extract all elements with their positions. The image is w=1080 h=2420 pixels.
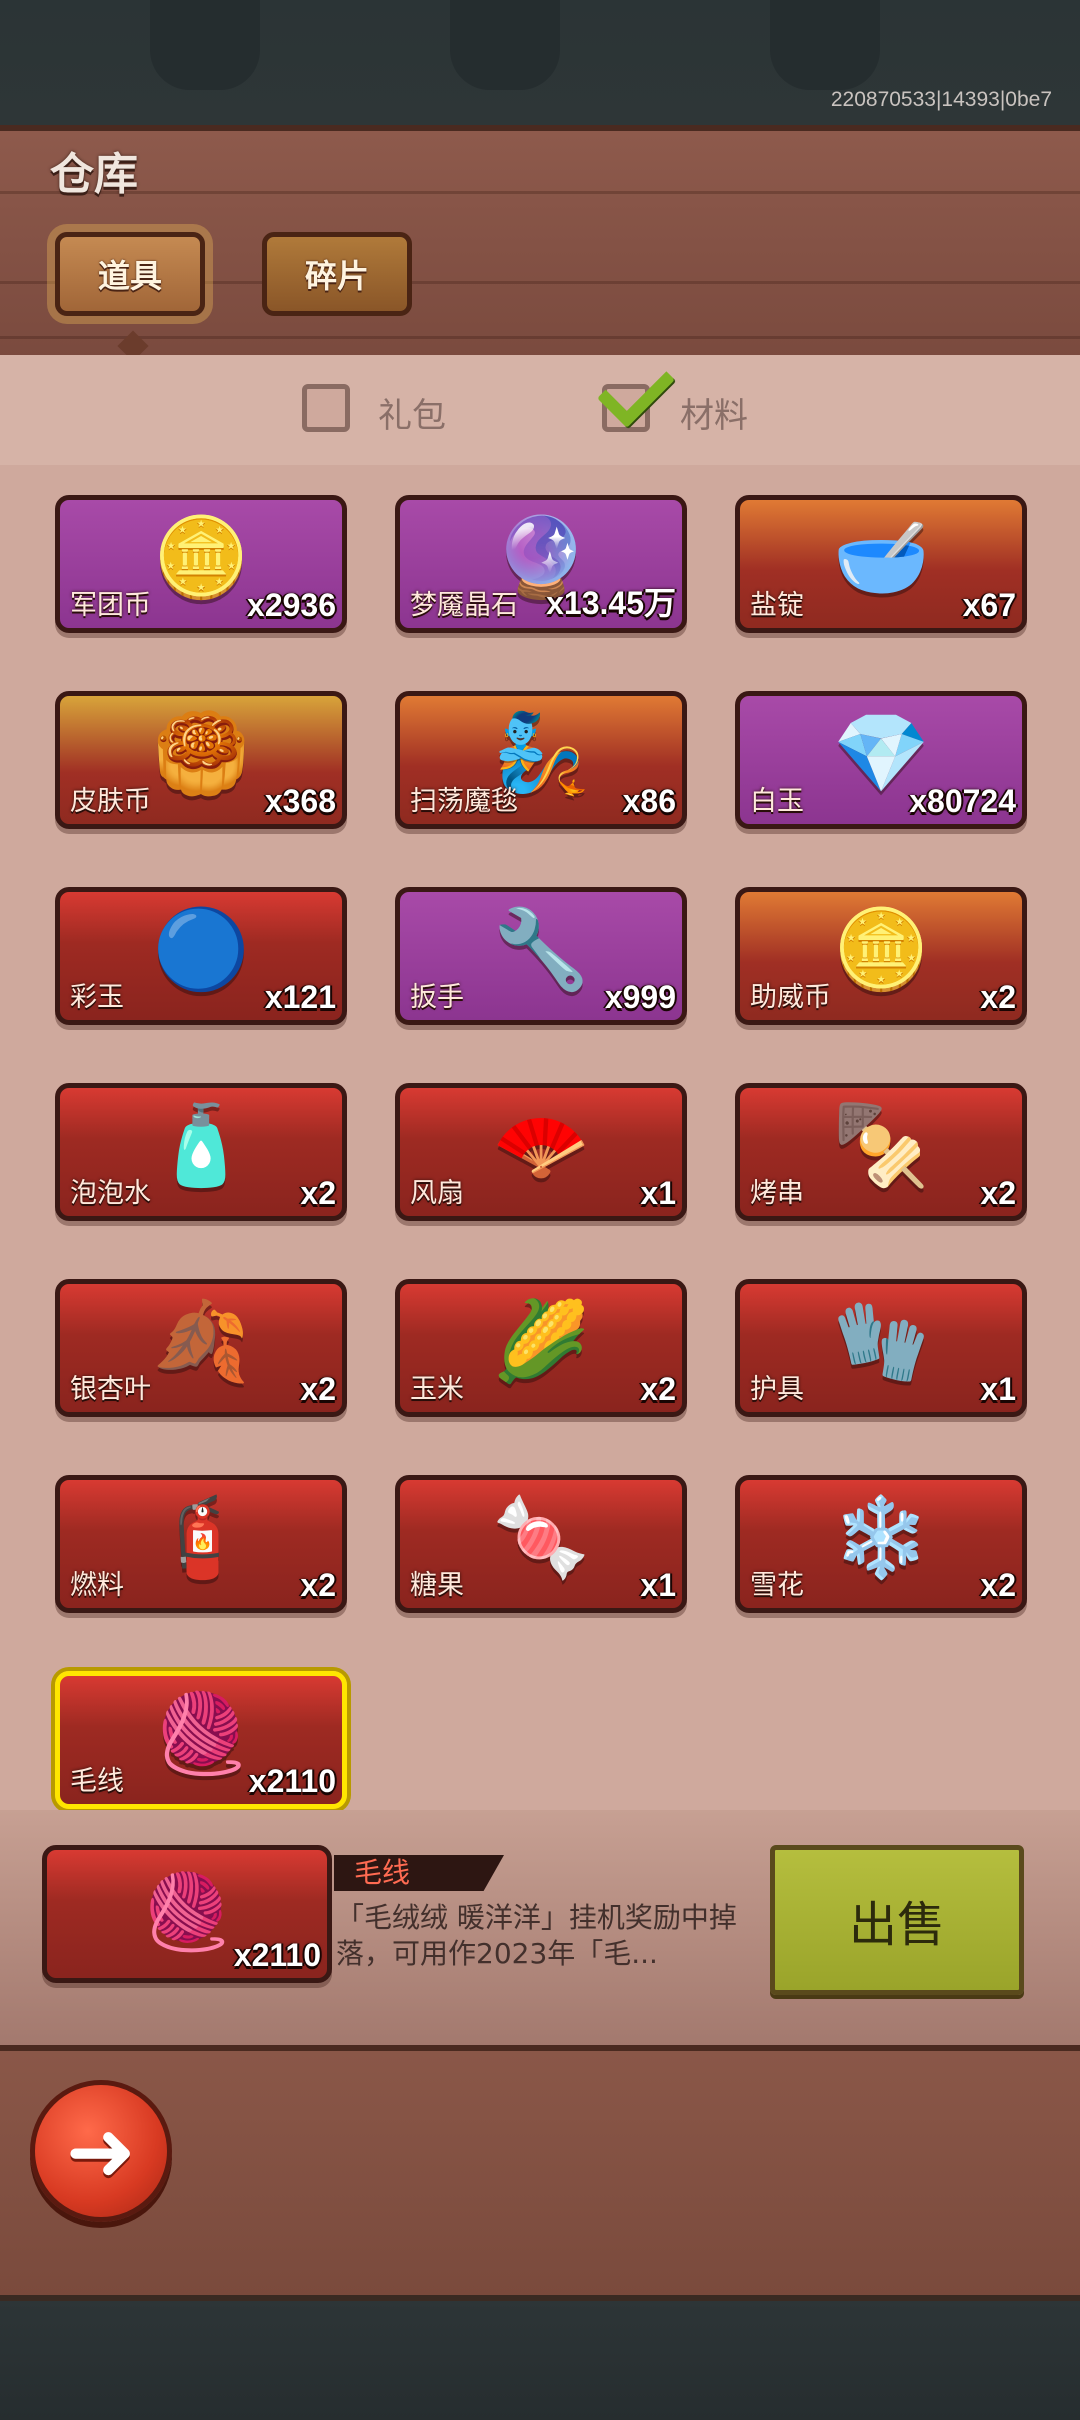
wrench-icon: 🔧	[492, 905, 590, 995]
item-name: 助威币	[750, 982, 831, 1013]
inventory-item-card[interactable]: 🍢 烤串 x2	[735, 1083, 1027, 1221]
item-count: x368	[264, 783, 336, 819]
item-name: 烤串	[750, 1178, 804, 1209]
tab-fragments[interactable]: 碎片	[262, 232, 412, 316]
build-info: 220870533|14393|0be7	[830, 88, 1052, 111]
item-count: x1	[640, 1175, 676, 1211]
tab-props[interactable]: 道具	[55, 232, 205, 316]
skin-coin-icon: 🥮	[152, 709, 250, 799]
item-name: 糖果	[410, 1570, 464, 1601]
inventory-item-card[interactable]: 🔵 彩玉 x121	[55, 887, 347, 1025]
item-count: x2	[300, 1175, 336, 1211]
bubble-water-icon: 🧴	[152, 1101, 250, 1191]
item-name: 毛线	[70, 1766, 124, 1797]
inventory-item-card[interactable]: 🧶 毛线 x2110	[55, 1671, 347, 1809]
inventory-item-card[interactable]: 🍬 糖果 x1	[395, 1475, 687, 1613]
item-count: x2110	[248, 1763, 336, 1799]
inventory-item-card[interactable]: 🧴 泡泡水 x2	[55, 1083, 347, 1221]
legion-coin-icon: 🪙	[152, 513, 250, 603]
item-count: x2	[980, 1567, 1016, 1603]
inventory-item-card[interactable]: 🍂 银杏叶 x2	[55, 1279, 347, 1417]
ginkgo-leaf-icon: 🍂	[152, 1297, 250, 1387]
item-count: x2	[640, 1371, 676, 1407]
item-name: 彩玉	[70, 982, 124, 1013]
decor-tab-shape	[150, 0, 260, 90]
item-name: 雪花	[750, 1570, 804, 1601]
detail-item-card: 🧶 x2110	[42, 1845, 332, 1983]
item-name: 盐锭	[750, 590, 804, 621]
detail-item-description: 「毛绒绒 暖洋洋」挂机奖励中掉落，可用作2023年「毛...	[336, 1901, 737, 1970]
fan-icon: 🪭	[492, 1101, 590, 1191]
yarn-icon: 🧶	[140, 1869, 234, 1955]
sell-button[interactable]: 出售	[770, 1845, 1024, 1995]
inventory-item-card[interactable]: 🧯 燃料 x2	[55, 1475, 347, 1613]
inventory-item-card[interactable]: 🧤 护具 x1	[735, 1279, 1027, 1417]
item-name: 扫荡魔毯	[410, 786, 518, 817]
candy-icon: 🍬	[492, 1493, 590, 1583]
item-count: x67	[962, 587, 1016, 623]
item-count: x1	[640, 1567, 676, 1603]
item-name: 泡泡水	[70, 1178, 151, 1209]
skewer-icon: 🍢	[832, 1101, 930, 1191]
item-name: 银杏叶	[70, 1374, 151, 1405]
item-name: 玉米	[410, 1374, 464, 1405]
item-name: 燃料	[70, 1570, 124, 1601]
filter-material-label[interactable]: 材料	[680, 388, 748, 437]
inventory-item-card[interactable]: 🪙 军团币 x2936	[55, 495, 347, 633]
item-count: x2	[980, 979, 1016, 1015]
page-title: 仓库	[50, 149, 138, 200]
snowflake-icon: ❄️	[832, 1493, 930, 1583]
inventory-item-card[interactable]: 🥣 盐锭 x67	[735, 495, 1027, 633]
cheer-coin-icon: 🪙	[832, 905, 930, 995]
color-jade-icon: 🔵	[152, 905, 250, 995]
inventory-item-card[interactable]: 🌽 玉米 x2	[395, 1279, 687, 1417]
decor-tab-shape	[450, 0, 560, 90]
item-count: x999	[604, 979, 676, 1015]
armor-icon: 🧤	[832, 1297, 930, 1387]
inventory-item-card[interactable]: 🔧 扳手 x999	[395, 887, 687, 1025]
inventory-item-card[interactable]: 💎 白玉 x80724	[735, 691, 1027, 829]
item-count: x86	[622, 783, 676, 819]
corn-icon: 🌽	[492, 1297, 590, 1387]
inventory-item-card[interactable]: 🧞 扫荡魔毯 x86	[395, 691, 687, 829]
item-count: x121	[264, 979, 336, 1015]
salt-ingot-icon: 🥣	[832, 513, 930, 603]
item-name: 皮肤币	[70, 786, 151, 817]
item-name: 护具	[750, 1374, 804, 1405]
footer-dark-strip	[0, 2295, 1080, 2420]
item-name: 军团币	[70, 590, 151, 621]
item-count: x2	[300, 1371, 336, 1407]
filter-gift-label[interactable]: 礼包	[378, 388, 446, 437]
item-count: x2936	[247, 587, 336, 623]
item-name: 白玉	[750, 786, 804, 817]
item-count: x1	[980, 1371, 1016, 1407]
inventory-item-card[interactable]: 🪭 风扇 x1	[395, 1083, 687, 1221]
yarn-icon: 🧶	[152, 1689, 250, 1779]
item-count: x13.45万	[546, 585, 676, 621]
decor-tab-shape	[770, 0, 880, 90]
item-name: 梦魇晶石	[410, 590, 518, 621]
item-count: x2	[300, 1567, 336, 1603]
detail-item-count: x2110	[233, 1937, 321, 1973]
inventory-item-card[interactable]: 🥮 皮肤币 x368	[55, 691, 347, 829]
filter-bar	[0, 355, 1080, 465]
back-arrow-icon: ➜	[65, 2102, 137, 2200]
inventory-item-card[interactable]: 🔮 梦魇晶石 x13.45万	[395, 495, 687, 633]
item-count: x80724	[909, 783, 1016, 819]
back-button[interactable]: ➜	[30, 2080, 172, 2222]
detail-item-name: 毛线	[334, 1855, 504, 1891]
item-name: 风扇	[410, 1178, 464, 1209]
inventory-item-card[interactable]: 🪙 助威币 x2	[735, 887, 1027, 1025]
item-name: 扳手	[410, 982, 464, 1013]
item-count: x2	[980, 1175, 1016, 1211]
filter-gift-checkbox[interactable]	[302, 384, 350, 432]
fuel-icon: 🧯	[152, 1493, 250, 1583]
inventory-item-card[interactable]: ❄️ 雪花 x2	[735, 1475, 1027, 1613]
